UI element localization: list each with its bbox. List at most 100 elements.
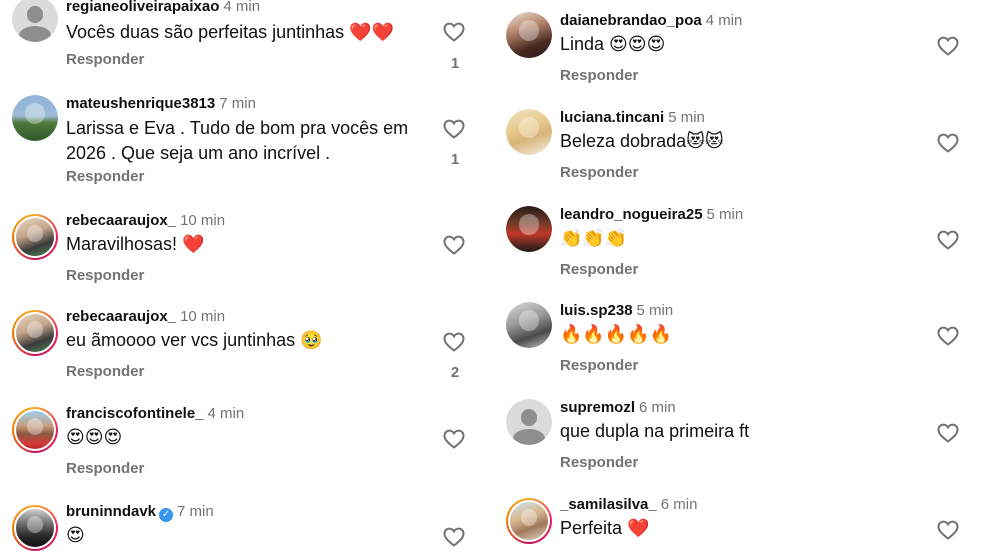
comment-text: 😍😍😍 [66, 427, 123, 447]
reply-button[interactable]: Responder [66, 363, 144, 380]
comment-text: eu ãmoooo ver vcs juntinhas 🥹 [66, 330, 323, 350]
like-button[interactable] [936, 131, 960, 155]
comment-header: franciscofontinele_ 4 min [66, 405, 244, 423]
comment-header: daianebrandao_poa 4 min [560, 12, 742, 30]
avatar[interactable] [506, 109, 552, 155]
reply-button[interactable]: Responder [560, 357, 638, 374]
comment-text: Beleza dobrada😻😻 [560, 131, 724, 151]
avatar[interactable] [506, 302, 552, 348]
heart-outline-icon [937, 326, 959, 346]
like-count: 1 [450, 55, 460, 72]
comment-text: 😍 [66, 525, 85, 545]
username[interactable]: _samilasilva_ [560, 496, 657, 513]
reply-button[interactable]: Responder [66, 267, 144, 284]
timestamp: 6 min [639, 399, 676, 416]
comment: mateushenrique3813 7 min Larissa e Eva . … [0, 95, 480, 191]
comments-column-left: regianeoliveirapaixao 4 min Vocês duas sã… [0, 0, 480, 554]
reply-button[interactable]: Responder [560, 261, 638, 278]
like-count: 1 [450, 151, 460, 168]
comment-text: que dupla na primeira ft [560, 421, 750, 441]
timestamp: 4 min [223, 0, 261, 15]
comment-header: regianeoliveirapaixao 4 min [66, 0, 260, 16]
reply-button[interactable]: Responder [66, 460, 144, 477]
reply-button[interactable]: Responder [66, 168, 144, 185]
username[interactable]: bruninndavk [66, 503, 156, 520]
comment-text: Larissa e Eva . Tudo de bom pra vocês em… [66, 118, 409, 163]
heart-outline-icon [443, 527, 465, 547]
comments-column-right: daianebrandao_poa 4 min Linda 😍😍😍 Respond… [494, 0, 974, 554]
comment-header: luciana.tincani 5 min [560, 109, 705, 127]
avatar[interactable] [12, 0, 58, 42]
username[interactable]: supremozl [560, 399, 635, 416]
username[interactable]: rebecaaraujox_ [66, 212, 176, 229]
avatar[interactable] [12, 310, 58, 356]
reply-button[interactable]: Responder [66, 51, 144, 68]
comment: leandro_nogueira25 5 min 👏👏👏 Responder [494, 206, 974, 302]
username[interactable]: daianebrandao_poa [560, 12, 702, 29]
comment: rebecaaraujox_ 10 min Maravilhosas! ❤️ Re… [0, 212, 480, 308]
like-button[interactable] [936, 34, 960, 58]
like-button[interactable] [442, 20, 466, 44]
comment-text: 👏👏👏 [560, 228, 628, 248]
heart-outline-icon [443, 22, 465, 42]
timestamp: 5 min [706, 206, 744, 223]
heart-outline-icon [443, 429, 465, 449]
comment-header: luis.sp238 5 min [560, 302, 673, 320]
like-button[interactable] [442, 117, 466, 141]
username[interactable]: leandro_nogueira25 [560, 206, 703, 223]
username[interactable]: luis.sp238 [560, 302, 633, 319]
username[interactable]: rebecaaraujox_ [66, 308, 176, 325]
avatar[interactable] [12, 407, 58, 453]
avatar[interactable] [12, 214, 58, 260]
username[interactable]: mateushenrique3813 [66, 95, 215, 112]
avatar[interactable] [12, 95, 58, 141]
avatar[interactable] [506, 206, 552, 252]
username[interactable]: regianeoliveirapaixao [66, 0, 219, 15]
comment-text: Perfeita ❤️ [560, 518, 650, 538]
timestamp: 6 min [660, 496, 698, 513]
comment-text: 🔥🔥🔥🔥🔥 [560, 324, 673, 344]
comment: luciana.tincani 5 min Beleza dobrada😻😻 Re… [494, 109, 974, 205]
timestamp: 5 min [668, 109, 705, 126]
timestamp: 5 min [636, 302, 674, 319]
like-button[interactable] [936, 228, 960, 252]
comment: luis.sp238 5 min 🔥🔥🔥🔥🔥 Responder [494, 302, 974, 398]
heart-outline-icon [937, 423, 959, 443]
like-button[interactable] [442, 525, 466, 549]
heart-outline-icon [937, 230, 959, 250]
timestamp: 4 min [705, 12, 743, 29]
reply-button[interactable]: Responder [560, 164, 638, 181]
comment: bruninndavk ✓ 7 min 😍 [0, 503, 480, 554]
timestamp: 10 min [180, 212, 226, 229]
like-button[interactable] [936, 324, 960, 348]
like-button[interactable] [442, 233, 466, 257]
heart-outline-icon [937, 520, 959, 540]
comment: regianeoliveirapaixao 4 min Vocês duas sã… [0, 0, 480, 96]
username[interactable]: franciscofontinele_ [66, 405, 204, 422]
avatar[interactable] [506, 498, 552, 544]
avatar[interactable] [506, 12, 552, 58]
reply-button[interactable]: Responder [560, 454, 638, 471]
comment-header: bruninndavk ✓ 7 min [66, 503, 214, 522]
verified-badge-icon: ✓ [159, 508, 174, 522]
username[interactable]: luciana.tincani [560, 109, 664, 126]
avatar[interactable] [506, 399, 552, 445]
like-button[interactable] [936, 518, 960, 542]
comment: daianebrandao_poa 4 min Linda 😍😍😍 Respond… [494, 12, 974, 108]
like-button[interactable] [442, 330, 466, 354]
like-button[interactable] [442, 427, 466, 451]
avatar[interactable] [12, 505, 58, 551]
comment-header: supremozl 6 min [560, 399, 676, 417]
comment-header: mateushenrique3813 7 min [66, 95, 256, 113]
heart-outline-icon [937, 133, 959, 153]
comment: supremozl 6 min que dupla na primeira ft … [494, 399, 974, 495]
comment: rebecaaraujox_ 10 min eu ãmoooo ver vcs j… [0, 308, 480, 404]
comment-header: _samilasilva_ 6 min [560, 496, 697, 514]
comment: _samilasilva_ 6 min Perfeita ❤️ [494, 496, 974, 554]
reply-button[interactable]: Responder [560, 67, 638, 84]
heart-outline-icon [937, 36, 959, 56]
timestamp: 10 min [180, 308, 226, 325]
like-count: 2 [450, 364, 460, 381]
heart-outline-icon [443, 235, 465, 255]
like-button[interactable] [936, 421, 960, 445]
